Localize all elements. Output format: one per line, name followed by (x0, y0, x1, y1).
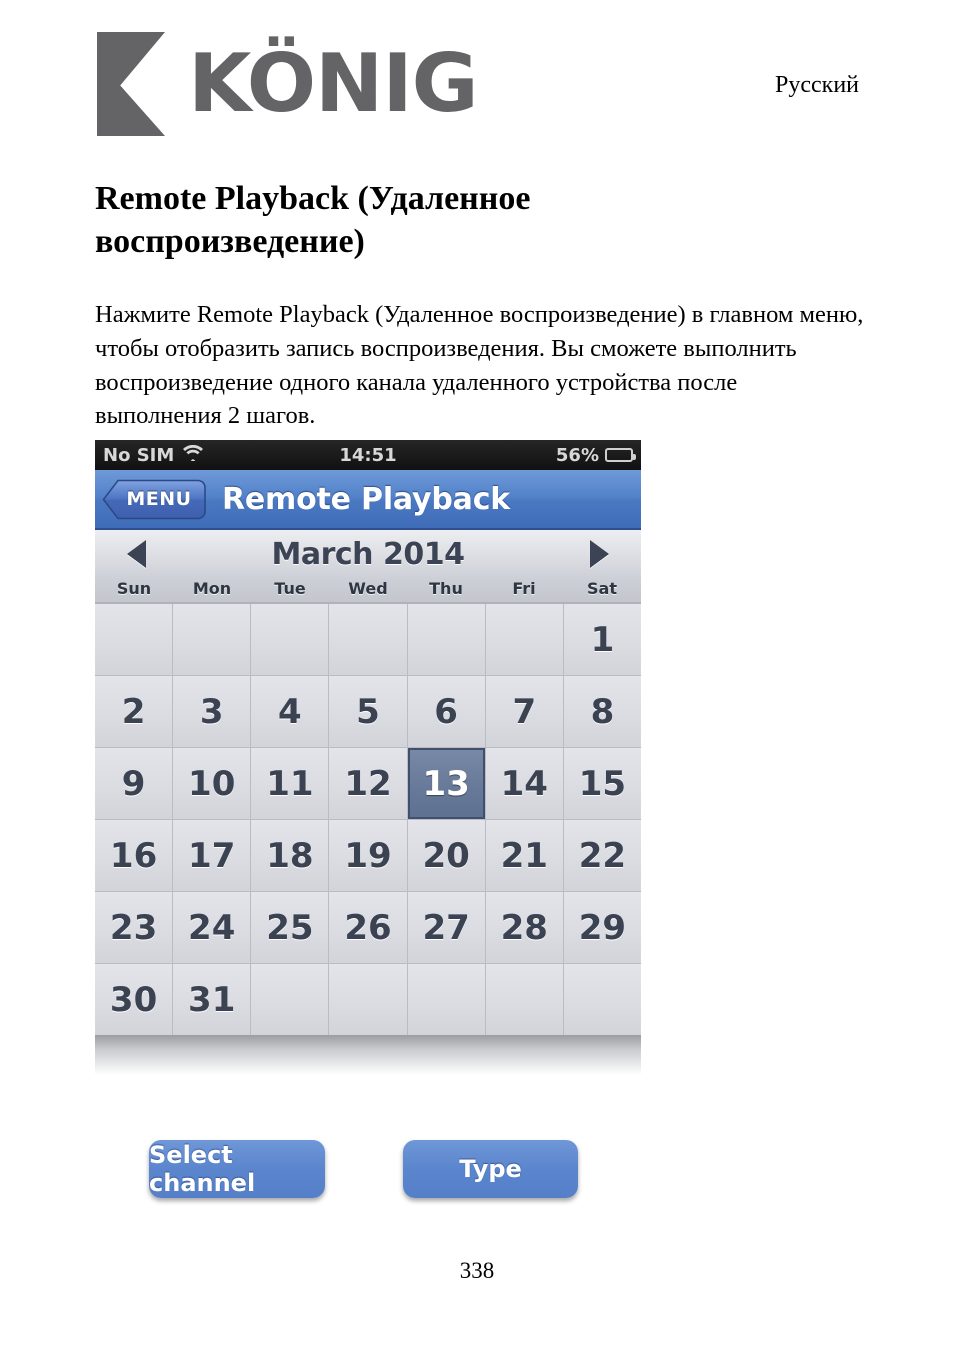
weekday-label: Sat (587, 579, 617, 598)
calendar-day-cell[interactable]: 14 (485, 748, 563, 819)
calendar-day-cell[interactable]: 12 (329, 748, 407, 819)
weekday-label: Mon (192, 579, 232, 598)
next-month-button[interactable] (583, 537, 617, 571)
calendar-day-cell[interactable]: 10 (173, 748, 251, 819)
wifi-icon (182, 444, 204, 466)
type-button[interactable]: Type (403, 1140, 578, 1198)
calendar-empty-cell (485, 604, 563, 675)
battery-percent-label: 56% (555, 444, 599, 466)
calendar-day-cell[interactable]: 3 (173, 676, 251, 747)
calendar-day-cell[interactable]: 8 (563, 676, 641, 747)
calendar-day-cell[interactable]: 15 (563, 748, 641, 819)
calendar-day-cell[interactable]: 28 (485, 892, 563, 963)
language-label: Русский (775, 72, 859, 98)
calendar-day-cell[interactable]: 1 (563, 604, 641, 675)
calendar-day-cell[interactable]: 6 (407, 676, 485, 747)
calendar-day-cell[interactable]: 23 (95, 892, 173, 963)
calendar-empty-cell (173, 604, 251, 675)
status-bar: No SIM 14:51 56% (95, 440, 641, 470)
page-title: Remote Playback (Удаленное воспроизведен… (95, 180, 531, 260)
calendar-day-cell[interactable]: 18 (251, 820, 329, 891)
nav-bar: MENU Remote Playback (95, 470, 641, 530)
calendar-empty-cell (329, 604, 407, 675)
chevron-right-icon (590, 540, 610, 568)
weekday-label: Fri (512, 579, 536, 598)
calendar-empty-cell (329, 964, 407, 1035)
weekday-label: Wed (348, 579, 388, 598)
calendar-day-grid[interactable]: 1 2 3 4 5 6 7 8 9 10 11 12 13 14 15 16 17 18 19 20 21 22 23 24 2… (95, 603, 641, 1035)
calendar-empty-cell (95, 604, 173, 675)
weekday-header-row: Sun Mon Tue Wed Thu Fri Sat (95, 578, 641, 603)
calendar-day-cell[interactable]: 19 (329, 820, 407, 891)
action-button-row: Select channel Type (95, 1140, 641, 1202)
prev-month-button[interactable] (119, 537, 153, 571)
calendar-empty-cell (407, 964, 485, 1035)
calendar-day-cell[interactable]: 31 (173, 964, 251, 1035)
calendar-day-cell[interactable]: 26 (329, 892, 407, 963)
calendar-day-cell[interactable]: 27 (407, 892, 485, 963)
calendar-day-cell[interactable]: 24 (173, 892, 251, 963)
calendar-month-bar: March 2014 (95, 530, 641, 578)
calendar-day-cell[interactable]: 25 (251, 892, 329, 963)
nav-title: Remote Playback (222, 481, 511, 517)
calendar-day-cell[interactable]: 9 (95, 748, 173, 819)
calendar-day-cell[interactable]: 29 (563, 892, 641, 963)
menu-back-button[interactable]: MENU (102, 479, 206, 520)
calendar-day-cell[interactable]: 5 (329, 676, 407, 747)
calendar-day-cell[interactable]: 21 (485, 820, 563, 891)
calendar-day-cell[interactable]: 30 (95, 964, 173, 1035)
calendar-day-cell[interactable]: 20 (407, 820, 485, 891)
select-channel-button[interactable]: Select channel (149, 1140, 325, 1198)
calendar-empty-cell (563, 964, 641, 1035)
weekday-label: Thu (429, 579, 463, 598)
calendar-day-cell[interactable]: 22 (563, 820, 641, 891)
weekday-label: Sun (116, 579, 152, 598)
menu-back-label: MENU (126, 488, 192, 510)
weekday-label: Tue (274, 579, 306, 598)
intro-paragraph: Нажмите Remote Playback (Удаленное воспр… (95, 301, 864, 430)
screenshot-fade (95, 1035, 641, 1075)
chevron-left-icon (126, 540, 146, 568)
calendar-day-cell[interactable]: 17 (173, 820, 251, 891)
brand-logo: KÖNIG (95, 28, 479, 140)
month-year-label: March 2014 (271, 536, 465, 572)
calendar-empty-cell (251, 964, 329, 1035)
calendar-day-cell[interactable]: 13 (407, 748, 485, 819)
calendar-day-cell[interactable]: 7 (485, 676, 563, 747)
calendar-day-cell[interactable]: 4 (251, 676, 329, 747)
phone-screenshot: No SIM 14:51 56% MENU Remote Playback Ma… (95, 440, 641, 1075)
calendar-day-cell[interactable]: 2 (95, 676, 173, 747)
konig-k-mark-icon (95, 28, 177, 140)
calendar-empty-cell (485, 964, 563, 1035)
calendar-empty-cell (407, 604, 485, 675)
carrier-label: No SIM (103, 444, 175, 466)
page-number: 338 (459, 1258, 495, 1283)
calendar-day-cell[interactable]: 16 (95, 820, 173, 891)
brand-wordmark: KÖNIG (188, 37, 478, 130)
calendar-empty-cell (251, 604, 329, 675)
battery-icon (605, 448, 636, 462)
calendar-day-cell[interactable]: 11 (251, 748, 329, 819)
